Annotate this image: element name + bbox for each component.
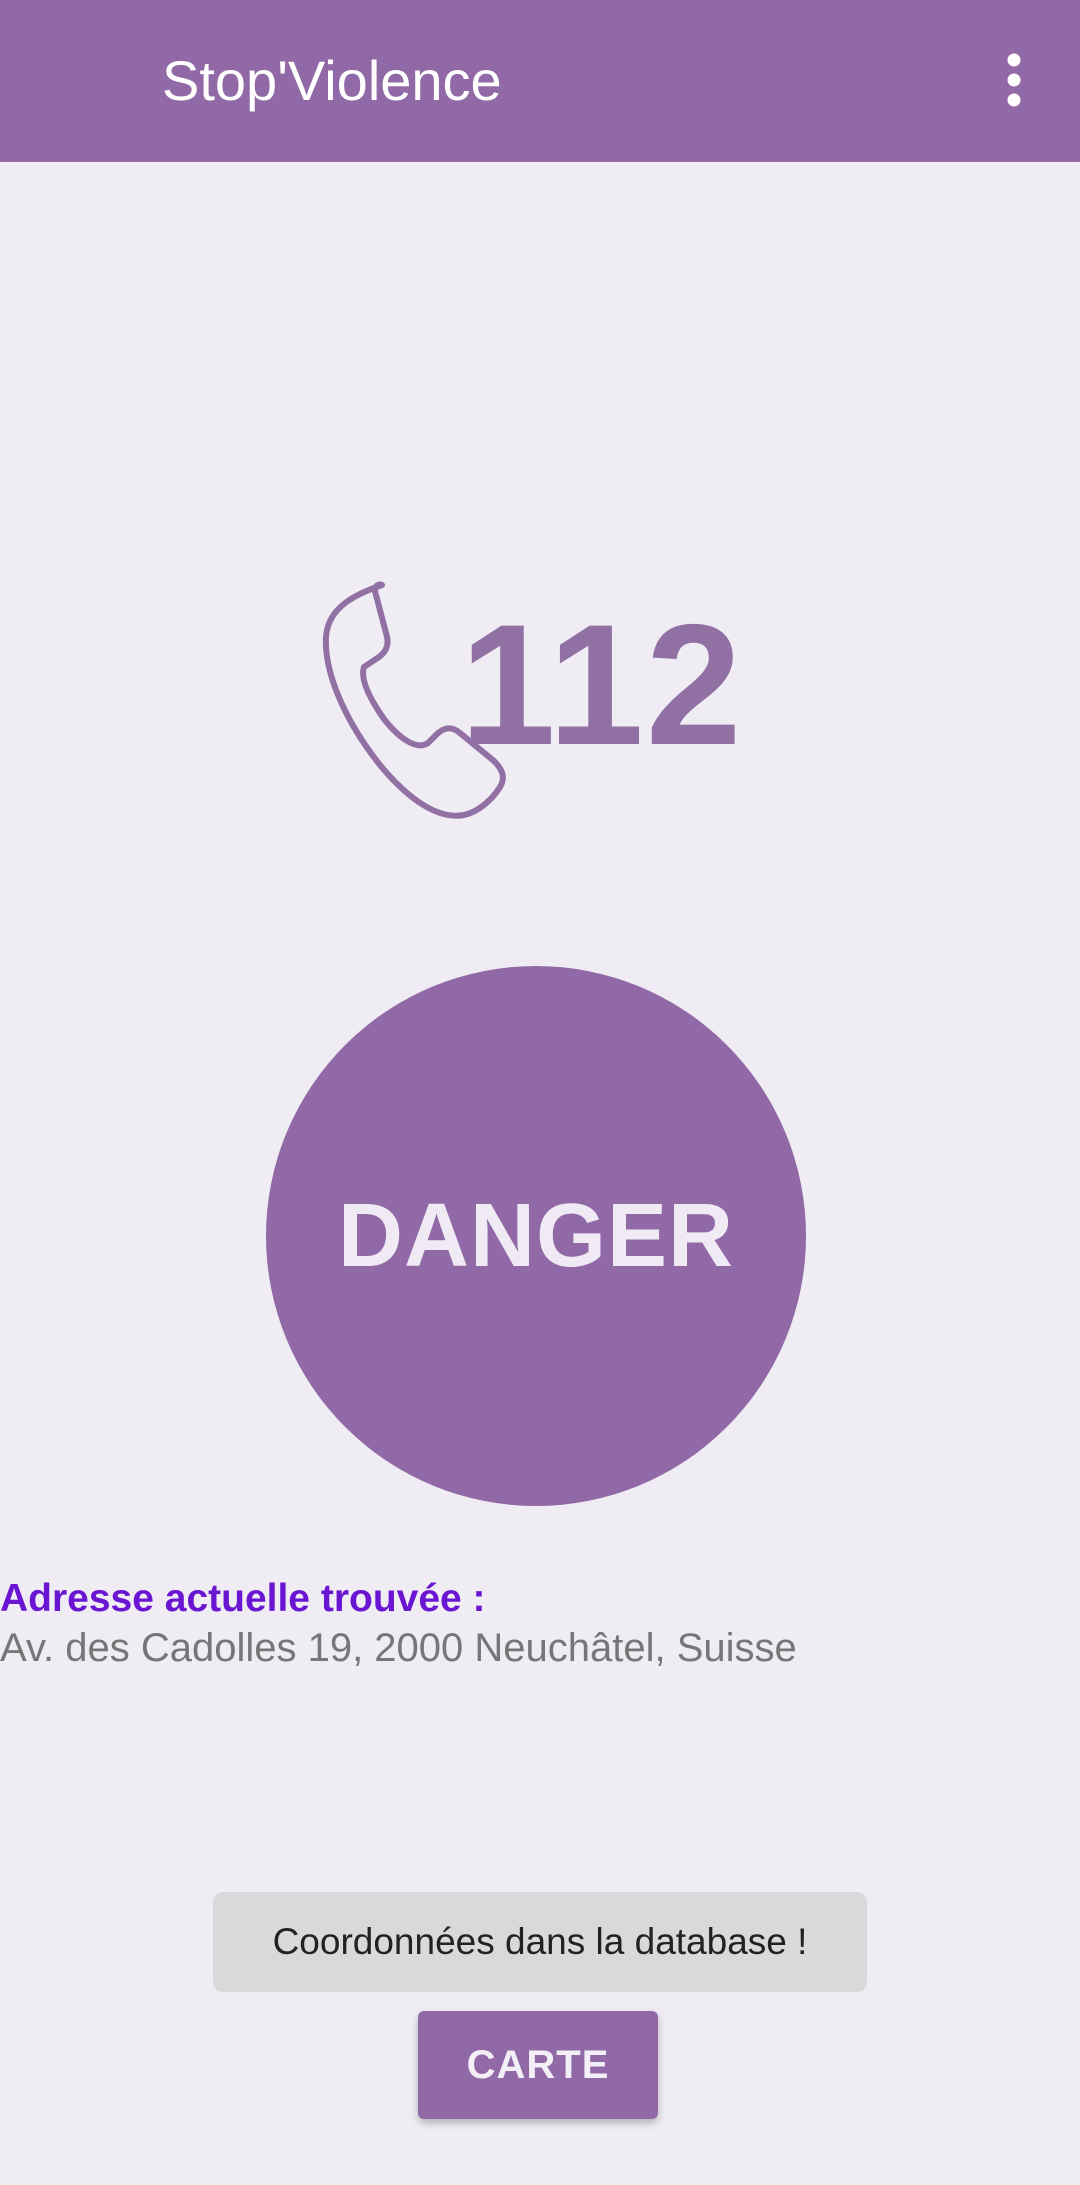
address-value: Av. des Cadolles 19, 2000 Neuchâtel, Sui… [0,1626,797,1670]
app-bar: Stop'Violence [0,0,1080,162]
danger-button-label: DANGER [337,1185,734,1286]
app-title: Stop'Violence [162,49,502,112]
more-vert-icon[interactable] [984,40,1044,120]
address-heading: Adresse actuelle trouvée : [0,1577,486,1620]
emergency-call-emblem: 112 [320,575,760,825]
toast-message: Coordonnées dans la database ! [272,1921,808,1962]
toast-notification: Coordonnées dans la database ! [213,1892,867,1992]
map-button[interactable]: CARTE [418,2011,658,2119]
map-button-label: CARTE [466,2042,610,2087]
danger-button[interactable]: DANGER [266,966,806,1506]
emergency-number: 112 [460,589,744,781]
